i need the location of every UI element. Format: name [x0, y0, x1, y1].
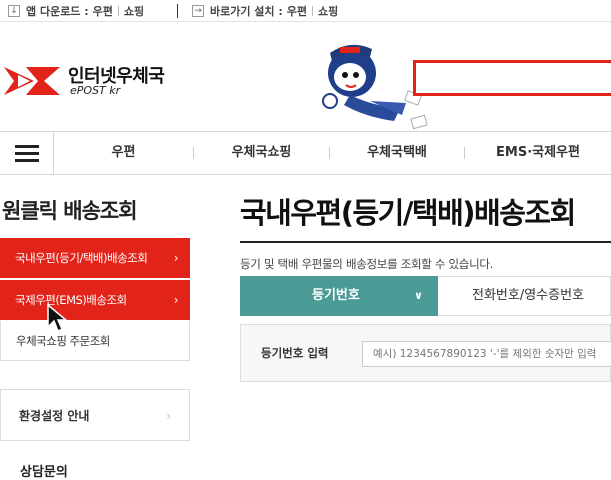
shortcut-label: 바로가기 설치 : [210, 5, 283, 18]
epost-logo-icon[interactable] [0, 61, 70, 101]
hamburger-menu-button[interactable] [0, 132, 54, 174]
app-download-post-link[interactable]: 우편 [93, 3, 113, 19]
tab-phone-receipt[interactable]: 전화번호/영수증번호 [438, 276, 611, 316]
header: 인터넷우체국 ePOST kr [0, 23, 611, 131]
tab-label: 등기번호 [312, 288, 360, 303]
chevron-down-icon: ∨ [414, 289, 423, 302]
app-download-shopping-link[interactable]: 쇼핑 [124, 3, 144, 19]
global-navigation: 우편 우체국쇼핑 우체국택배 EMS·국제우편 [0, 131, 611, 175]
logo-subtitle: ePOST kr [70, 84, 121, 97]
sidebar-item-shopping-order[interactable]: 우체국쇼핑 주문조회 [0, 321, 190, 361]
app-download-group: ↓ 앱 다운로드 : 우편 쇼핑 [8, 3, 144, 19]
sidebar-item-domestic-tracking[interactable]: 국내우편(등기/택배)배송조회 › [0, 238, 190, 278]
download-icon: ↓ [8, 5, 20, 17]
sidebar-item-label: 국제우편(EMS)배송조회 [15, 293, 127, 307]
shortcut-group: → 바로가기 설치 : 우편 쇼핑 [192, 3, 338, 19]
gnb-item-shopping[interactable]: 우체국쇼핑 [194, 132, 329, 174]
mouse-cursor-icon [47, 303, 68, 333]
mascot-illustration [322, 44, 428, 130]
app-download-label: 앱 다운로드 : [26, 5, 89, 18]
search-input[interactable] [413, 60, 611, 96]
page-description: 등기 및 택배 우편물의 배송정보를 조회할 수 있습니다. [240, 257, 494, 271]
sidebar-item-label: 국내우편(등기/택배)배송조회 [15, 251, 148, 265]
settings-guide-label: 환경설정 안내 [19, 409, 90, 423]
gnb-item-post[interactable]: 우편 [54, 132, 193, 174]
chevron-right-icon: › [173, 251, 179, 265]
shortcut-post-link[interactable]: 우편 [287, 3, 307, 19]
tracking-form: 등기번호 입력 [240, 324, 611, 382]
tracking-number-input[interactable] [362, 341, 611, 367]
consultation-heading: 상담문의 [20, 465, 68, 480]
shortcut-arrow-icon: → [192, 5, 204, 17]
sidebar-item-label: 우체국쇼핑 주문조회 [16, 334, 110, 348]
sidebar-item-ems-tracking[interactable]: 국제우편(EMS)배송조회 › [0, 280, 190, 320]
gnb-item-ems[interactable]: EMS·국제우편 [465, 132, 611, 174]
divider [240, 241, 611, 243]
shortcut-shopping-link[interactable]: 쇼핑 [318, 3, 338, 19]
chevron-right-icon: › [173, 293, 179, 307]
tab-registered-number[interactable]: 등기번호 ∨ [240, 276, 438, 316]
tracking-number-label: 등기번호 입력 [261, 346, 329, 360]
settings-guide-link[interactable]: 환경설정 안내 › [0, 389, 190, 441]
top-utility-bar: ↓ 앱 다운로드 : 우편 쇼핑 → 바로가기 설치 : 우편 쇼핑 [0, 0, 611, 22]
gnb-item-parcel[interactable]: 우체국택배 [330, 132, 464, 174]
page-title: 국내우편(등기/택배)배송조회 [240, 196, 576, 230]
sidebar-title: 원클릭 배송조회 [2, 199, 138, 223]
divider [177, 4, 178, 18]
chevron-right-icon: › [166, 409, 171, 423]
